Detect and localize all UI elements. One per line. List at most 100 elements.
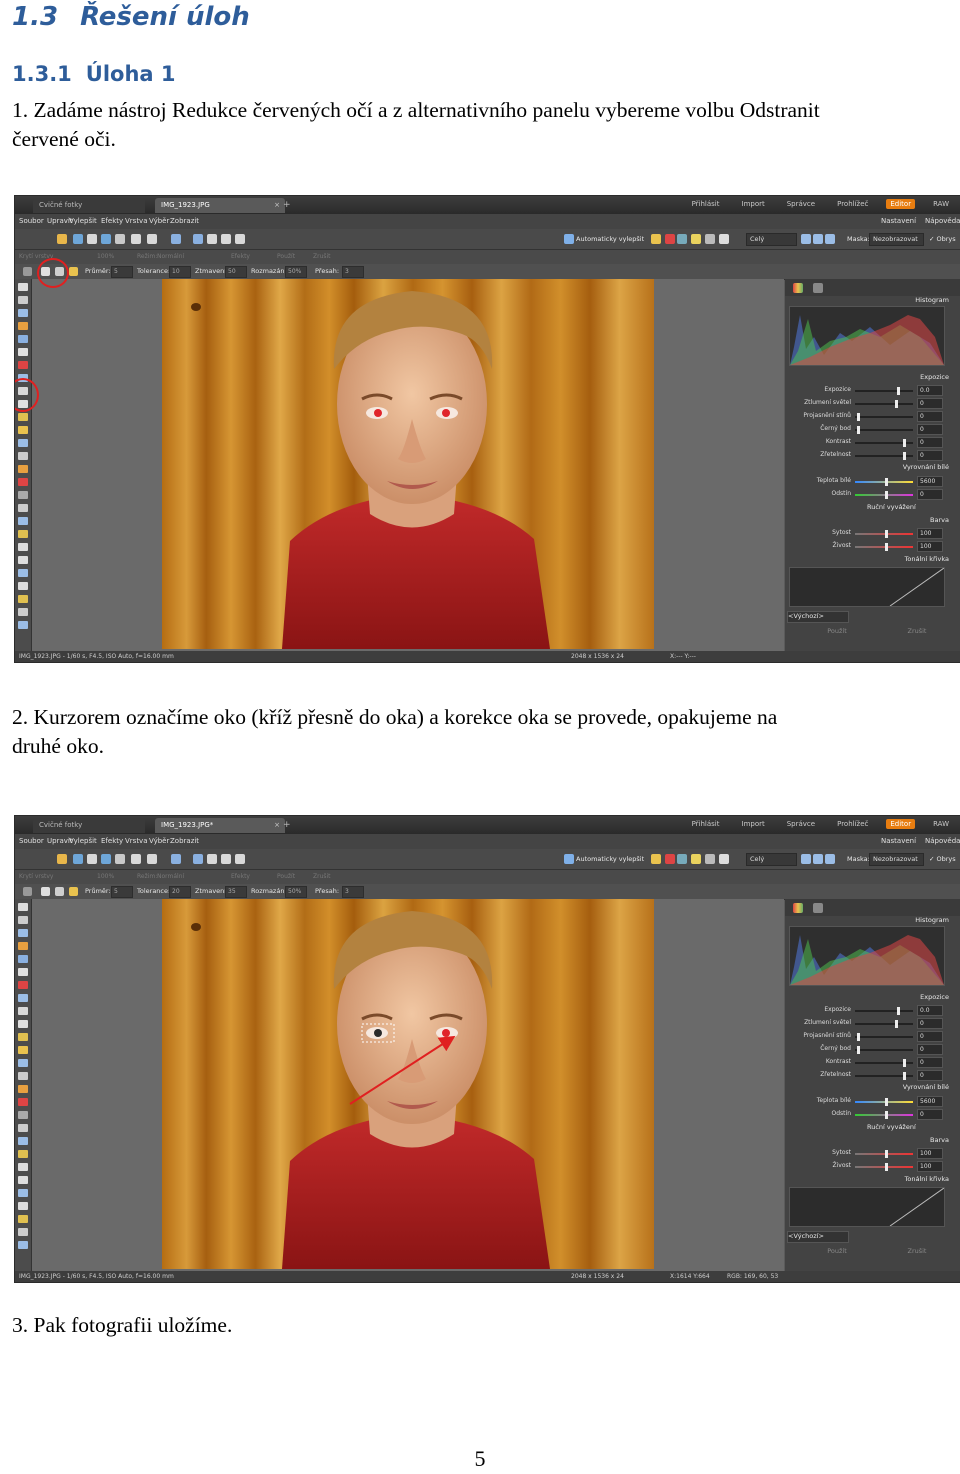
slider-sytost[interactable]: Sytost 100 <box>789 528 953 539</box>
white-balance-section-title[interactable]: Vyrovnání bílé <box>789 463 949 473</box>
tool-icon[interactable] <box>18 582 28 590</box>
slider-value[interactable]: 0 <box>917 424 943 435</box>
toolbar-icon[interactable] <box>147 234 157 244</box>
slider-value[interactable]: 0 <box>917 1070 943 1081</box>
mode-import[interactable]: Import <box>738 819 769 829</box>
adjust-icon[interactable] <box>691 854 701 864</box>
red-eye-tool-icon[interactable] <box>23 267 32 276</box>
remove-red-eye-icon[interactable] <box>55 887 64 896</box>
tool-icon[interactable] <box>18 335 28 343</box>
toolbar-icon[interactable] <box>73 854 83 864</box>
slider-zřetelnost[interactable]: Zřetelnost 0 <box>789 1070 953 1081</box>
slider-handle[interactable] <box>897 1007 900 1015</box>
tool-icon[interactable] <box>18 955 28 963</box>
slider-value[interactable]: 100 <box>917 528 943 539</box>
tool-icon[interactable] <box>18 452 28 460</box>
image-canvas[interactable] <box>32 899 784 1271</box>
menu-help[interactable]: Nápověda <box>925 837 960 845</box>
exposure-section-title[interactable]: Expozice <box>789 373 949 383</box>
view-icon[interactable] <box>825 854 835 864</box>
slider-track[interactable] <box>855 390 913 392</box>
slider-handle[interactable] <box>857 413 860 421</box>
mask-select[interactable]: Nezobrazovat <box>869 233 924 246</box>
slider-živost[interactable]: Živost 100 <box>789 1161 953 1172</box>
slider-value[interactable]: 5600 <box>917 476 943 487</box>
slider-ztlumení-světel[interactable]: Ztlumení světel 0 <box>789 398 953 409</box>
feather-field[interactable]: 50% <box>285 266 307 278</box>
manual-wb-button[interactable]: Ruční vyvážení <box>867 503 960 513</box>
toolbar-icon[interactable] <box>101 234 111 244</box>
mode-editor[interactable]: Editor <box>886 199 916 209</box>
mode-raw[interactable]: RAW <box>929 819 953 829</box>
brush-icon[interactable] <box>69 887 78 896</box>
slider-value[interactable]: 0 <box>917 1057 943 1068</box>
threshold-field[interactable]: 3 <box>342 266 364 278</box>
slider-teplota-bílé[interactable]: Teplota bílé 5600 <box>789 476 953 487</box>
slider-odstín[interactable]: Odstín 0 <box>789 1109 953 1120</box>
slider-projasnění-stínů[interactable]: Projasnění stínů 0 <box>789 411 953 422</box>
toolbar-icon[interactable] <box>207 854 217 864</box>
toolbar-icon[interactable] <box>221 854 231 864</box>
tool-icon[interactable] <box>18 530 28 538</box>
auto-enhance-icon[interactable] <box>564 854 574 864</box>
slider-handle[interactable] <box>885 1098 888 1106</box>
tool-icon[interactable] <box>18 1046 28 1054</box>
toolbar-icon[interactable] <box>87 854 97 864</box>
slider-track[interactable] <box>855 403 913 405</box>
tolerance-field[interactable]: 10 <box>169 266 191 278</box>
tool-icon[interactable] <box>18 426 28 434</box>
apply-button[interactable]: Použít <box>817 627 857 637</box>
slider-handle[interactable] <box>903 452 906 460</box>
slider-value[interactable]: 0.0 <box>917 385 943 396</box>
slider-černý-bod[interactable]: Černý bod 0 <box>789 1044 953 1055</box>
adjust-icon[interactable] <box>677 234 687 244</box>
slider-track[interactable] <box>855 1023 913 1025</box>
slider-value[interactable]: 100 <box>917 541 943 552</box>
tool-icon[interactable] <box>18 504 28 512</box>
slider-track[interactable] <box>855 481 913 483</box>
toolbar-icon[interactable] <box>101 854 111 864</box>
preset-select[interactable]: <Výchozí> <box>787 1231 849 1243</box>
tool-icon[interactable] <box>18 543 28 551</box>
slider-track[interactable] <box>855 1166 913 1168</box>
new-tab-icon[interactable]: + <box>283 200 291 210</box>
tool-icon[interactable] <box>18 348 28 356</box>
slider-kontrast[interactable]: Kontrast 0 <box>789 1057 953 1068</box>
slider-value[interactable]: 0 <box>917 1018 943 1029</box>
adjust-tab-icon[interactable] <box>793 903 803 913</box>
adjust-icon[interactable] <box>719 854 729 864</box>
slider-kontrast[interactable]: Kontrast 0 <box>789 437 953 448</box>
slider-value[interactable]: 0 <box>917 450 943 461</box>
slider-track[interactable] <box>855 533 913 535</box>
slider-handle[interactable] <box>857 1046 860 1054</box>
toolbar-icon[interactable] <box>235 854 245 864</box>
toolbar-icon[interactable] <box>147 854 157 864</box>
tool-icon[interactable] <box>18 309 28 317</box>
slider-track[interactable] <box>855 1049 913 1051</box>
tool-icon[interactable] <box>18 1072 28 1080</box>
toolbar-icon[interactable] <box>115 234 125 244</box>
auto-enhance-button[interactable]: Automaticky vylepšit <box>576 855 644 863</box>
adjust-icon[interactable] <box>665 234 675 244</box>
tool-icon[interactable] <box>18 942 28 950</box>
menu-help[interactable]: Nápověda <box>925 217 960 225</box>
slider-track[interactable] <box>855 1010 913 1012</box>
mode-editor[interactable]: Editor <box>886 819 916 829</box>
toolbar-icon[interactable] <box>131 234 141 244</box>
red-eye-tool-icon[interactable] <box>23 887 32 896</box>
mode-prohlížeč[interactable]: Prohlížeč <box>833 199 872 209</box>
tool-icon[interactable] <box>18 621 28 629</box>
adjust-tab-icon[interactable] <box>793 283 803 293</box>
frames-checkbox[interactable]: ✓ Obrys <box>929 855 956 863</box>
slider-value[interactable]: 0.0 <box>917 1005 943 1016</box>
menu-settings[interactable]: Nastavení <box>881 217 916 225</box>
view-icon[interactable] <box>813 234 823 244</box>
adjust-icon[interactable] <box>665 854 675 864</box>
mask-select[interactable]: Nezobrazovat <box>869 853 924 866</box>
slider-živost[interactable]: Živost 100 <box>789 541 953 552</box>
tool-icon[interactable] <box>18 1007 28 1015</box>
toolbar-icon[interactable] <box>207 234 217 244</box>
tab-gallery[interactable]: Cvičné fotky <box>33 198 145 213</box>
slider-sytost[interactable]: Sytost 100 <box>789 1148 953 1159</box>
menu-item-výběr[interactable]: Výběr <box>149 217 169 225</box>
